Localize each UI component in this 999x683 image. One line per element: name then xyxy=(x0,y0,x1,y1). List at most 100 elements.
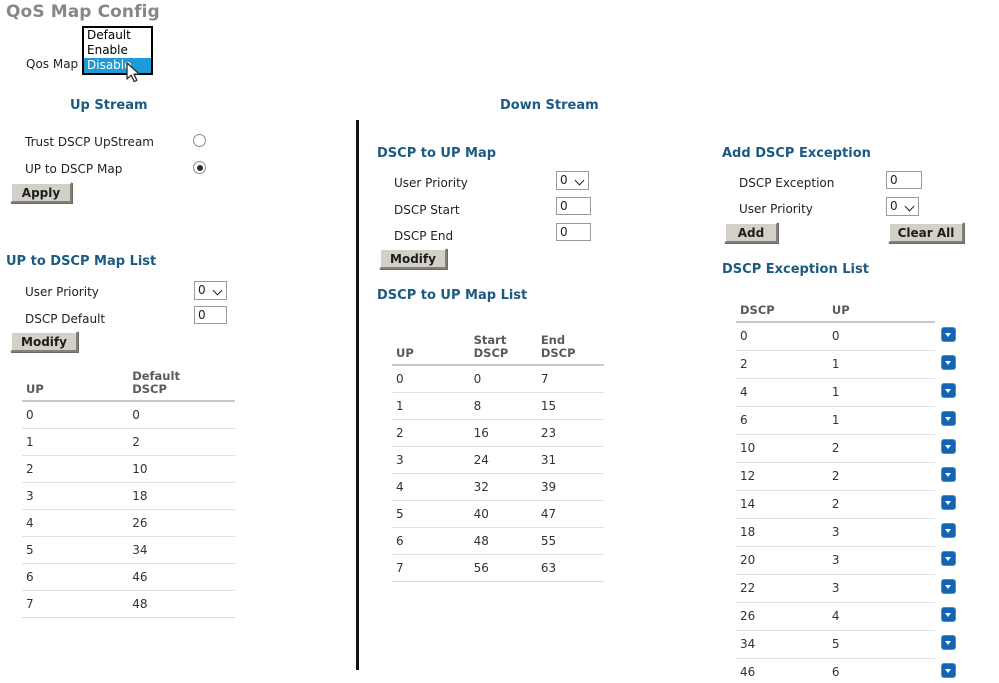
col-start-dscp-line2: DSCP xyxy=(473,346,509,360)
qos-map-option-default[interactable]: Default xyxy=(84,28,151,43)
caret-down-icon[interactable] xyxy=(941,383,957,398)
table-row: 26 4 xyxy=(736,602,971,631)
cell-dscp: 12 xyxy=(736,462,828,491)
dscp-exception-table-body: 0021416110212214218320322326434546648756… xyxy=(736,322,971,683)
table-row: 34 5 xyxy=(736,630,971,659)
trust-dscp-upstream-label: Trust DSCP UpStream xyxy=(25,135,154,149)
trust-dscp-upstream-radio[interactable] xyxy=(193,134,206,147)
cell-default-dscp: 46 xyxy=(128,563,235,591)
table-row: 7 56 63 xyxy=(392,554,604,582)
cell-up: 2 xyxy=(392,419,470,447)
table-row: 7 48 xyxy=(22,590,235,618)
qos-map-option-enable[interactable]: Enable xyxy=(84,43,151,58)
cell-dscp: 22 xyxy=(736,574,828,603)
caret-down-icon[interactable] xyxy=(941,355,957,370)
dscp-default-input[interactable] xyxy=(194,306,227,324)
caret-down-icon[interactable] xyxy=(941,467,957,482)
cell-start-dscp: 0 xyxy=(469,365,537,393)
table-row: 5 40 47 xyxy=(392,500,604,528)
qos-map-config-page: QoS Map Config Qos Map Default Enable Di… xyxy=(0,0,999,683)
cell-action xyxy=(935,546,971,574)
cell-action xyxy=(935,350,971,378)
table-row: 46 6 xyxy=(736,658,971,683)
dscp-end-input[interactable] xyxy=(556,223,591,241)
add-button[interactable]: Add xyxy=(724,222,778,243)
exception-user-priority-label: User Priority xyxy=(739,202,813,216)
dscp-exception-input[interactable] xyxy=(886,171,922,189)
cell-dscp: 34 xyxy=(736,630,828,659)
col-action xyxy=(935,302,971,322)
table-row: 21 xyxy=(736,350,971,379)
cell-up: 6 xyxy=(392,527,470,555)
qos-map-select-open-list[interactable]: Default Enable Disable xyxy=(82,26,153,75)
up-list-modify-button[interactable]: Modify xyxy=(10,331,78,352)
cell-up: 5 xyxy=(392,500,470,528)
cell-up: 4 xyxy=(392,473,470,501)
cell-dscp: 4 xyxy=(736,378,828,407)
exception-user-priority-select[interactable]: 0 xyxy=(886,197,919,216)
clear-all-button[interactable]: Clear All xyxy=(888,222,964,243)
table-row: 6 46 xyxy=(22,563,235,591)
chevron-down-icon xyxy=(575,176,585,186)
table-row: 6 48 55 xyxy=(392,527,604,555)
apply-button[interactable]: Apply xyxy=(10,182,72,203)
table-row: 3 18 xyxy=(22,482,235,510)
table-row: 1 8 15 xyxy=(392,392,604,420)
up-to-dscp-map-radio[interactable] xyxy=(193,161,206,174)
qos-map-option-disable[interactable]: Disable xyxy=(84,58,151,73)
cell-action xyxy=(935,462,971,490)
table-row: 10 2 xyxy=(736,434,971,463)
cell-up: 4 xyxy=(22,509,129,537)
col-start-dscp: Start DSCP xyxy=(469,332,537,366)
cell-end-dscp: 31 xyxy=(536,446,604,474)
caret-down-icon[interactable] xyxy=(941,607,957,622)
dscp-exception-label: DSCP Exception xyxy=(739,176,835,190)
caret-down-icon[interactable] xyxy=(941,327,957,342)
table-header-row: UP Start DSCP End DSCP xyxy=(392,332,604,366)
cell-end-dscp: 63 xyxy=(536,554,604,582)
up-list-user-priority-select[interactable]: 0 xyxy=(194,281,227,300)
caret-down-icon[interactable] xyxy=(941,663,957,678)
cell-action xyxy=(935,490,971,518)
cell-start-dscp: 56 xyxy=(469,554,537,582)
table-row: 007 xyxy=(392,365,604,393)
cell-dscp: 46 xyxy=(736,658,828,683)
cell-dscp: 6 xyxy=(736,406,828,435)
cell-action xyxy=(935,574,971,602)
up-to-dscp-map-table: UP Default DSCP 0 0 1 2 2 10 3 18 4 26 5 34 6 46 7 48 xyxy=(22,368,235,618)
cell-start-dscp: 40 xyxy=(469,500,537,528)
col-end-dscp-line1: End xyxy=(540,333,566,347)
cell-up: 3 xyxy=(392,446,470,474)
cell-action xyxy=(935,602,971,630)
table-row: 4 32 39 xyxy=(392,473,604,501)
cell-dscp: 18 xyxy=(736,518,828,547)
caret-down-icon[interactable] xyxy=(941,579,957,594)
table-header-row: DSCP UP xyxy=(736,302,971,323)
dscp-start-label: DSCP Start xyxy=(394,203,460,217)
col-start-dscp-line1: Start xyxy=(473,333,507,347)
caret-down-icon[interactable] xyxy=(941,523,957,538)
cell-end-dscp: 39 xyxy=(536,473,604,501)
table-row: 18 3 xyxy=(736,518,971,547)
caret-down-icon[interactable] xyxy=(941,439,957,454)
cell-up: 5 xyxy=(827,630,936,659)
caret-down-icon[interactable] xyxy=(941,551,957,566)
dscp-map-modify-button[interactable]: Modify xyxy=(379,248,447,269)
exception-user-priority-value: 0 xyxy=(890,199,898,213)
cell-end-dscp: 47 xyxy=(536,500,604,528)
caret-down-icon[interactable] xyxy=(941,635,957,650)
dscp-map-user-priority-select[interactable]: 0 xyxy=(556,171,589,190)
cell-start-dscp: 16 xyxy=(469,419,537,447)
col-dscp: DSCP xyxy=(736,302,828,323)
cell-up: 1 xyxy=(392,392,470,420)
caret-down-icon[interactable] xyxy=(941,411,957,426)
caret-down-icon[interactable] xyxy=(941,495,957,510)
col-up: UP xyxy=(827,302,936,323)
table-row: 00 xyxy=(736,322,971,351)
qos-map-label: Qos Map xyxy=(26,57,79,71)
up-list-user-priority-value: 0 xyxy=(198,283,206,297)
cell-up: 5 xyxy=(22,536,129,564)
dscp-to-up-map-list-heading: DSCP to UP Map List xyxy=(377,288,528,303)
table-row: 61 xyxy=(736,406,971,435)
dscp-start-input[interactable] xyxy=(556,197,591,215)
